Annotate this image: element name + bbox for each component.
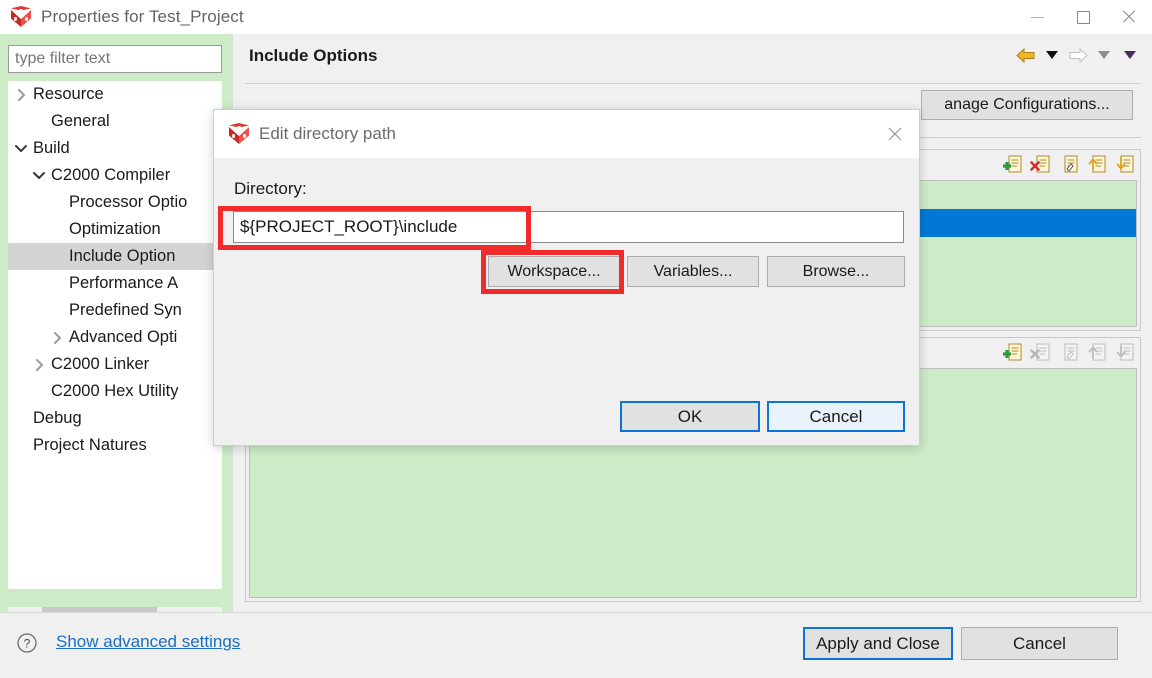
apply-and-close-button[interactable]: Apply and Close [803,627,953,660]
move-down-icon [1114,342,1134,362]
tree-item-label: Processor Optio [69,193,188,211]
chevron-right-icon[interactable] [30,358,48,371]
add-icon[interactable] [1002,342,1022,362]
tree-item-label: Performance A [69,274,179,292]
question-mark-icon[interactable]: ? [16,632,38,654]
tree-item-resource[interactable]: Resource [8,81,222,108]
tree-item-project-natures[interactable]: Project Natures [8,432,222,459]
dialog-cancel-button[interactable]: Cancel [767,401,905,432]
tree-item-c2000-linker[interactable]: C2000 Linker [8,351,222,378]
tree-item-label: Resource [33,85,104,103]
title-bar: Properties for Test_Project [0,0,1152,34]
menu-dropdown-icon[interactable] [1119,44,1141,66]
cancel-button[interactable]: Cancel [961,627,1118,660]
variables-button[interactable]: Variables... [627,256,759,287]
tree-item-c2000-compiler[interactable]: C2000 Compiler [8,162,222,189]
chevron-down-icon[interactable] [12,144,30,153]
tree-item-performance-a[interactable]: Performance A [8,270,222,297]
delete-icon[interactable] [1030,154,1050,174]
tree-item-debug[interactable]: Debug [8,405,222,432]
tree-item-build[interactable]: Build [8,135,222,162]
dialog-close-icon[interactable] [881,120,909,148]
workspace-button[interactable]: Workspace... [488,256,620,287]
chevron-right-icon[interactable] [48,331,66,344]
tree-item-c2000-hex-utility[interactable]: C2000 Hex Utility [8,378,222,405]
add-icon[interactable] [1002,154,1022,174]
edit-icon[interactable] [1058,154,1078,174]
manage-configurations-button[interactable]: anage Configurations... [921,90,1133,120]
move-up-icon[interactable] [1086,154,1106,174]
edit-directory-path-dialog: Edit directory path Directory: Workspace… [213,109,920,446]
tree-item-label: Advanced Opti [69,328,178,346]
footer-bar: ? Show advanced settings Apply and Close… [0,612,1152,678]
tree-item-advanced-opti[interactable]: Advanced Opti [8,324,222,351]
ok-button[interactable]: OK [620,401,760,432]
page-header: Include Options [233,34,1152,78]
forward-dropdown-icon [1093,44,1115,66]
move-down-icon[interactable] [1114,154,1134,174]
tree-item-label: C2000 Hex Utility [51,382,179,400]
tree-item-label: Project Natures [33,436,147,454]
dialog-title: Edit directory path [259,124,397,143]
toolbar-icon-group [1002,342,1134,362]
maximize-button[interactable] [1060,0,1106,34]
tree-item-optimization[interactable]: Optimization [8,216,222,243]
dialog-title-bar: Edit directory path [214,110,919,158]
filter-box[interactable] [8,45,222,73]
ccs-cube-icon [10,6,32,28]
properties-dialog-window: Properties for Test_Project Resource Gene… [0,0,1152,678]
forward-arrow-icon [1067,44,1089,66]
svg-text:?: ? [24,637,31,651]
chevron-down-icon[interactable] [30,171,48,180]
footer-separator [0,612,1152,613]
tree-item-label: Include Option [69,247,176,265]
back-dropdown-icon[interactable] [1041,44,1063,66]
edit-icon [1058,342,1078,362]
directory-input[interactable] [233,211,904,243]
minimize-button[interactable] [1014,0,1060,34]
filter-input[interactable] [9,46,222,72]
toolbar-icon-group [1002,154,1134,174]
tree-item-label: C2000 Compiler [51,166,171,184]
move-up-icon [1086,342,1106,362]
tree-item-label: Predefined Syn [69,301,182,319]
back-arrow-icon[interactable] [1015,44,1037,66]
header-separator [245,83,1141,84]
tree-item-include-option[interactable]: Include Option [8,243,222,270]
tree-item-label: C2000 Linker [51,355,150,373]
tree-item-general[interactable]: General [8,108,222,135]
close-button[interactable] [1106,0,1152,34]
delete-icon [1030,342,1050,362]
tree-item-predefined-syn[interactable]: Predefined Syn [8,297,222,324]
chevron-right-icon[interactable] [12,88,30,101]
tree-item-label: Optimization [69,220,161,238]
tree-item-label: General [51,112,110,130]
page-nav-icons [1015,44,1141,66]
tree-item-label: Debug [33,409,82,427]
directory-label: Directory: [234,179,307,198]
window-controls [1014,0,1152,34]
browse-button[interactable]: Browse... [767,256,905,287]
ccs-cube-icon [228,123,250,145]
settings-tree-pane: Resource General Build C2000 Compiler Proces… [0,34,232,633]
tree-item-label: Build [33,139,70,157]
show-advanced-settings-link[interactable]: Show advanced settings [56,632,240,652]
page-title: Include Options [249,46,378,65]
tree-item-processor-optio[interactable]: Processor Optio [8,189,222,216]
window-title: Properties for Test_Project [41,7,244,26]
settings-tree[interactable]: Resource General Build C2000 Compiler Proces… [8,81,222,589]
dialog-body: Directory: Workspace... Variables... Bro… [214,158,919,445]
